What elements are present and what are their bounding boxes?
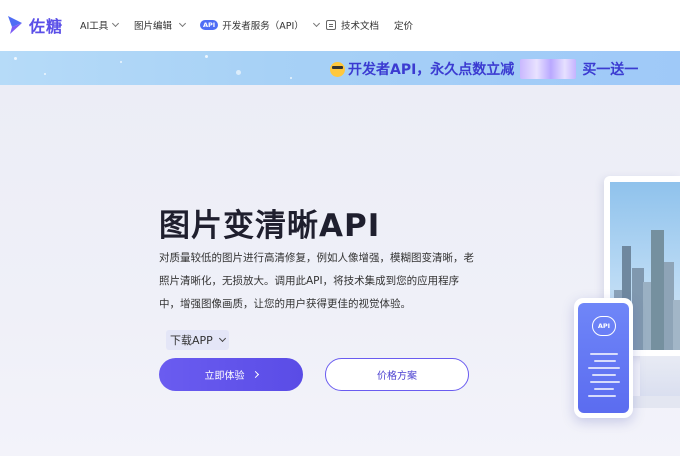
nav-tech-docs[interactable]: 技术文档 [326,18,379,32]
nav-tech-docs-label: 技术文档 [341,21,380,32]
logo-icon [6,14,24,36]
chevron-down-icon [312,19,320,28]
nav-ai-tools-label: AI工具 [80,21,109,32]
api-cloud-icon: API [200,20,219,30]
chevron-down-icon [178,19,187,28]
nav-developer-api-label: 开发者服务（API） [222,21,304,32]
sunglasses-emoji-icon [330,61,345,77]
banner-headline: 开发者API，永久点数立减 买一送一 [330,59,638,79]
banner-text-main: 开发者API，永久点数立减 [348,62,515,78]
promo-banner[interactable]: 开发者API，永久点数立减 买一送一 [0,51,680,85]
pricing-plan-button[interactable]: 价格方案 [325,358,469,391]
blurred-price [520,59,577,79]
chevron-down-icon [218,334,226,343]
api-cloud-icon: API [592,316,616,336]
nav-pricing-label: 定价 [394,21,414,32]
nav-image-edit-label: 图片编辑 [134,21,173,32]
chevron-down-icon [112,19,120,28]
phone-screen: API [578,303,629,413]
nav-ai-tools[interactable]: AI工具 [80,18,120,32]
nav-developer-api[interactable]: API 开发者服务（API） [200,18,320,32]
phone-illustration: API [574,298,633,418]
brand-name: 佐糖 [29,17,64,36]
monitor-stand [640,356,680,396]
try-now-label: 立即体验 [204,371,245,382]
chevron-right-icon [251,370,259,379]
brand-logo[interactable]: 佐糖 [6,13,63,37]
document-icon [326,20,336,30]
hero-description: 对质量较低的图片进行高清修复，例如人像增强，模糊图变清晰，老照片清晰化，无损放大… [159,252,474,310]
nav-image-edit[interactable]: 图片编辑 [134,18,187,32]
top-navbar: 佐糖 AI工具 图片编辑 API 开发者服务（API） 技术文档 定价 [0,0,680,51]
download-app-dropdown[interactable]: 下载APP [166,330,229,350]
page-title: 图片变清晰API [159,208,381,244]
try-now-button[interactable]: 立即体验 [159,358,303,391]
pricing-plan-label: 价格方案 [377,371,417,382]
banner-text-tail: 买一送一 [582,62,639,78]
download-app-label: 下载APP [170,334,213,347]
nav-pricing[interactable]: 定价 [394,18,413,32]
